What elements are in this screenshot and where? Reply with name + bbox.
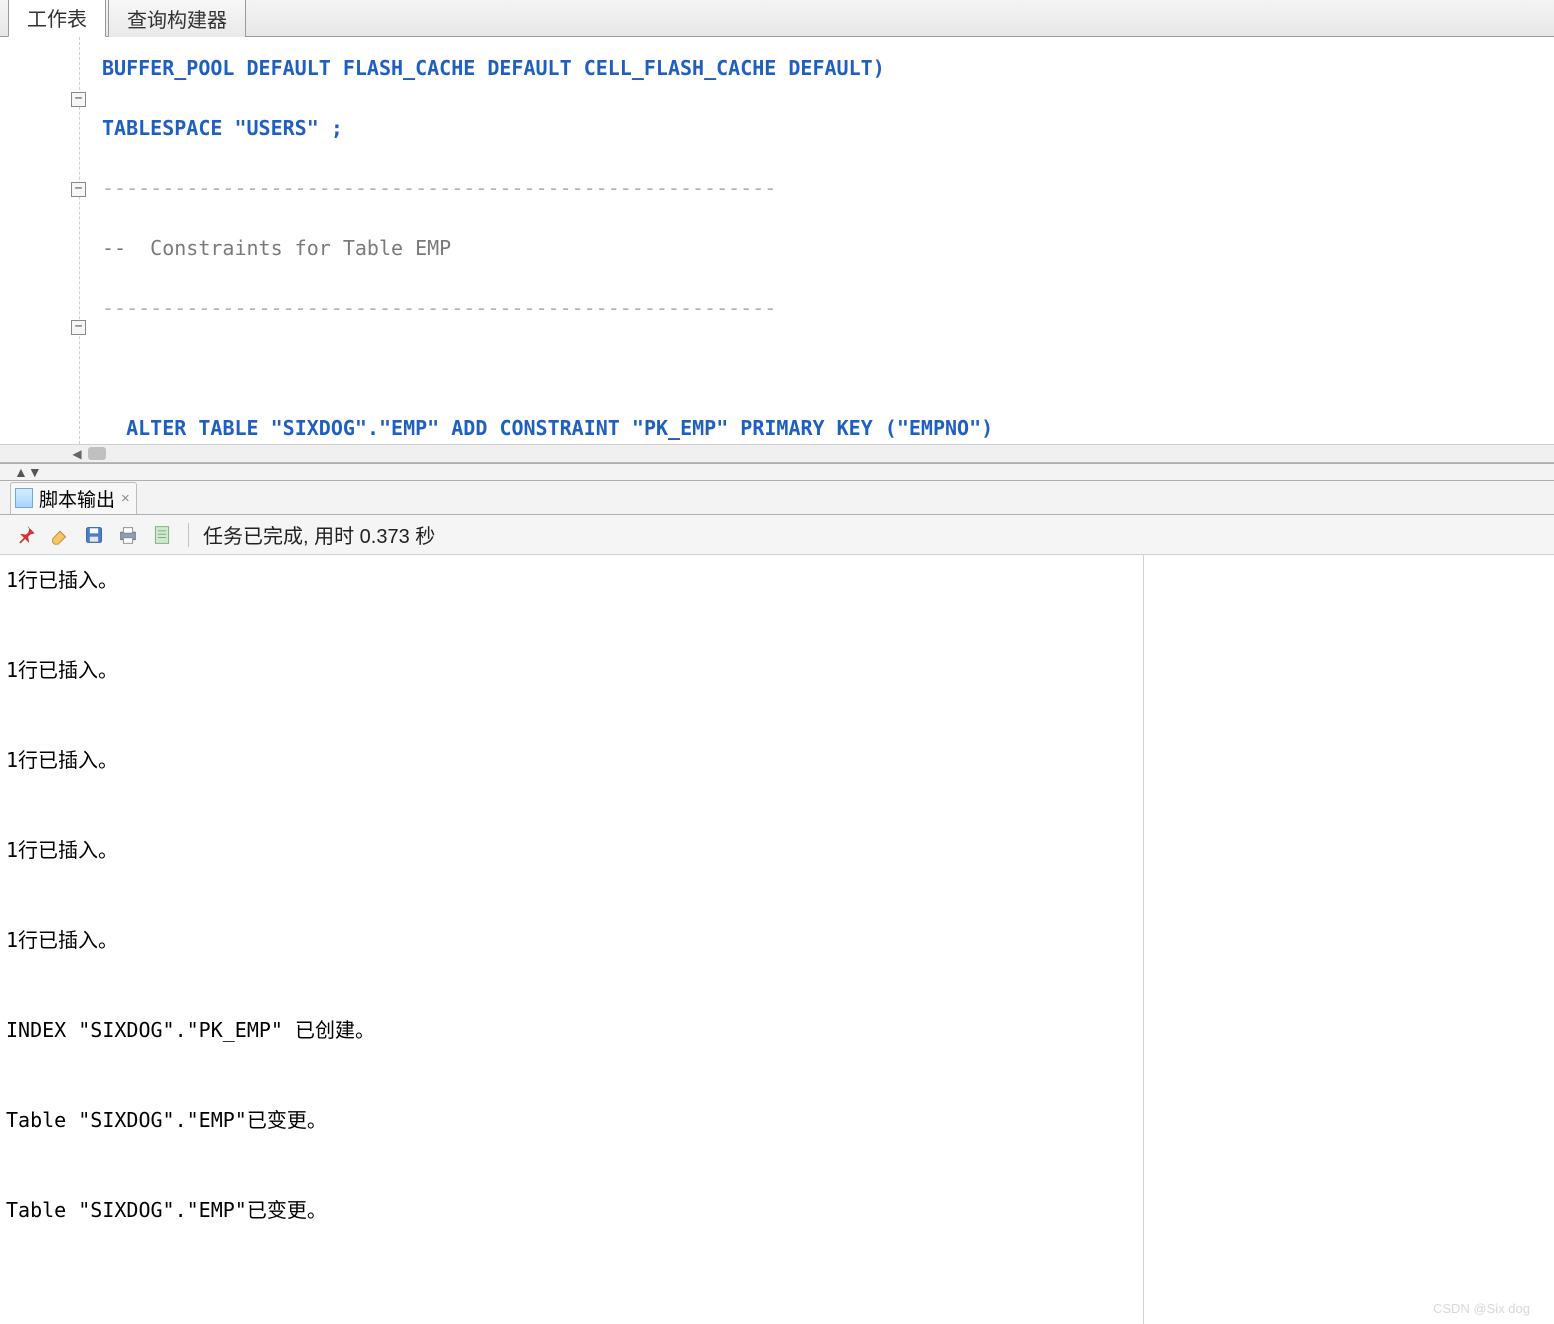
output-tab[interactable]: 脚本输出 × — [10, 482, 137, 514]
editor-horizontal-scrollbar[interactable]: ◀ — [0, 444, 1554, 462]
watermark: CSDN @Six dog — [1433, 1301, 1530, 1316]
sql-icon[interactable] — [150, 523, 174, 547]
script-output-body[interactable]: 1行已插入。 1行已插入。 1行已插入。 1行已插入。 1行已插入。 INDEX… — [0, 555, 1144, 1324]
scroll-left-arrow[interactable]: ◀ — [70, 447, 84, 461]
code-area[interactable]: BUFFER_POOL DEFAULT FLASH_CACHE DEFAULT … — [102, 37, 1554, 444]
document-icon — [15, 488, 33, 508]
fold-handle[interactable]: − — [71, 92, 86, 107]
fold-handle[interactable]: − — [71, 320, 86, 335]
save-icon[interactable] — [82, 523, 106, 547]
editor-tabs: 工作表 查询构建器 — [0, 0, 1554, 37]
output-toolbar: 任务已完成, 用时 0.373 秒 — [0, 515, 1554, 555]
editor-gutter: − − − — [0, 37, 102, 444]
tab-worksheet[interactable]: 工作表 — [8, 0, 106, 37]
output-tab-bar: 脚本输出 × — [0, 481, 1554, 515]
sql-editor: − − − BUFFER_POOL DEFAULT FLASH_CACHE DE… — [0, 37, 1554, 463]
scroll-thumb[interactable] — [88, 447, 106, 460]
fold-handle[interactable]: − — [71, 182, 86, 197]
print-icon[interactable] — [116, 523, 140, 547]
close-icon[interactable]: × — [121, 490, 130, 507]
eraser-icon[interactable] — [48, 523, 72, 547]
output-wrap: 1行已插入。 1行已插入。 1行已插入。 1行已插入。 1行已插入。 INDEX… — [0, 555, 1554, 1324]
task-status-text: 任务已完成, 用时 0.373 秒 — [203, 520, 435, 549]
pin-icon[interactable] — [14, 523, 38, 547]
output-side-gutter — [1144, 555, 1554, 1324]
tab-query-builder[interactable]: 查询构建器 — [108, 0, 246, 37]
toolbar-separator — [188, 523, 189, 547]
editor-viewport[interactable]: − − − BUFFER_POOL DEFAULT FLASH_CACHE DE… — [0, 37, 1554, 444]
output-tab-title: 脚本输出 — [39, 485, 115, 512]
panel-splitter[interactable]: ▲▼ — [0, 463, 1554, 481]
comment-line: -- Constraints for Table EMP — [102, 236, 451, 260]
